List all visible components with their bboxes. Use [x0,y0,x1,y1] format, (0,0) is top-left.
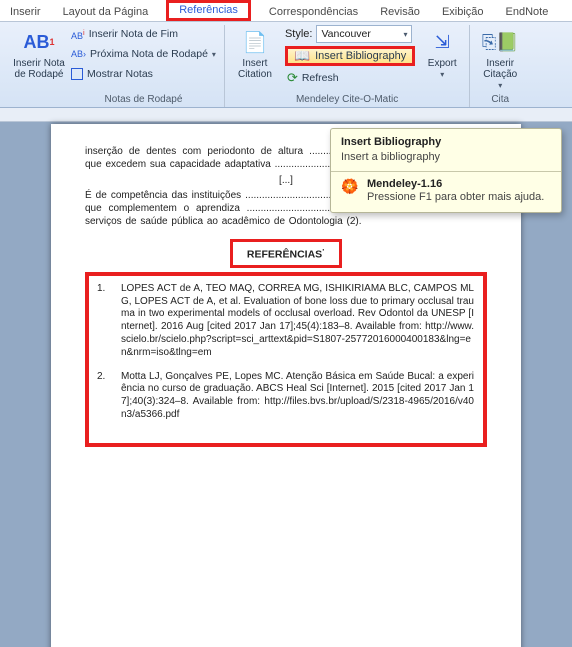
refresh-label: Refresh [302,72,339,84]
inserir-citacao-label: InserirCitação [483,58,517,80]
reference-number: 1. [97,283,111,360]
export-label: Export [428,58,457,69]
group-notas-rodape: AB1 Inserir Notade Rodapé ABi Inserir No… [5,25,225,107]
reference-item: 2. Motta LJ, Gonçalves PE, Lopes MC. Ate… [97,371,474,422]
endnote-icon: ABi [71,28,85,41]
tooltip-desc: Insert a bibliography [341,151,551,163]
group-citations: ⎘📗 InserirCitação ▾ Cita [470,25,530,107]
show-notes-label: Mostrar Notas [87,68,153,80]
style-row: Style: Vancouver ▾ [285,25,415,43]
refresh-button[interactable]: ⟳ Refresh [285,69,415,87]
group-mendeley: 📄 InsertCitation Style: Vancouver ▾ 📖 In… [225,25,470,107]
horizontal-ruler[interactable] [0,108,572,122]
reference-text: Motta LJ, Gonçalves PE, Lopes MC. Atençã… [121,371,474,422]
insert-footnote-button[interactable]: AB1 Inserir Notade Rodapé [11,25,67,80]
insert-citation-icon: 📄 [242,27,267,57]
mendeley-help-icon: 🏵️ [341,178,359,203]
export-button[interactable]: ⇲ Export ▾ [421,25,463,87]
chevron-down-icon: ▾ [403,30,407,39]
insert-endnote-button[interactable]: ABi Inserir Nota de Fim [69,25,218,43]
next-footnote-icon: AB› [71,49,86,59]
tab-layout[interactable]: Layout da Página [59,4,153,21]
tab-exibicao[interactable]: Exibição [438,4,488,21]
style-dropdown[interactable]: Vancouver ▾ [316,25,412,43]
tab-correspondencias[interactable]: Correspondências [265,4,362,21]
inserir-citacao-button[interactable]: ⎘📗 InserirCitação ▾ [476,25,524,90]
style-value: Vancouver [321,28,370,40]
export-icon: ⇲ [435,27,450,57]
group-mendeley-label: Mendeley Cite-O-Matic [231,94,463,106]
chevron-down-icon: ▾ [440,70,444,79]
references-heading-label: REFERÊNCIAS [247,248,322,260]
show-notes-icon [71,68,83,80]
tab-referencias[interactable]: Referências [166,0,251,21]
refresh-icon: ⟳ [287,70,298,86]
insert-citation-label: InsertCitation [238,58,272,80]
references-list: 1. LOPES ACT de A, TEO MAQ, CORREA MG, I… [85,272,487,447]
group-notas-label: Notas de Rodapé [69,94,218,106]
tooltip-help-title: Mendeley-1.16 [367,178,544,190]
citation-icon: ⎘📗 [482,27,519,57]
ribbon: AB1 Inserir Notade Rodapé ABi Inserir No… [0,22,572,108]
insert-citation-button[interactable]: 📄 InsertCitation [231,25,279,87]
group-cit-label: Cita [476,94,524,106]
insert-bibliography-label: Insert Bibliography [315,50,406,62]
tooltip-help-desc: Pressione F1 para obter mais ajuda. [367,191,544,203]
footnote-ab-icon: AB1 [23,27,54,57]
book-icon: 📖 [294,48,310,64]
tooltip-title: Insert Bibliography [341,136,551,148]
next-footnote-label: Próxima Nota de Rodapé [90,48,208,60]
insert-footnote-label: Inserir Notade Rodapé [13,58,65,80]
reference-text: LOPES ACT de A, TEO MAQ, CORREA MG, ISHI… [121,283,474,360]
next-footnote-button[interactable]: AB› Próxima Nota de Rodapé ▾ [69,45,218,63]
ribbon-tabs: Inserir Layout da Página Referências Cor… [0,0,572,22]
reference-item: 1. LOPES ACT de A, TEO MAQ, CORREA MG, I… [97,283,474,360]
style-label: Style: [285,28,313,40]
insert-bibliography-button[interactable]: 📖 Insert Bibliography [285,46,415,66]
tab-endnote[interactable]: EndNote [502,4,553,21]
chevron-down-icon: ▾ [498,81,502,90]
references-heading: REFERÊNCIAS· [230,239,342,268]
reference-number: 2. [97,371,111,422]
tab-revisao[interactable]: Revisão [376,4,424,21]
show-notes-button[interactable]: Mostrar Notas [69,65,218,83]
chevron-down-icon: ▾ [212,50,216,59]
tooltip-insert-bibliography: Insert Bibliography Insert a bibliograph… [330,128,562,213]
insert-endnote-label: Inserir Nota de Fim [89,28,178,40]
tab-inserir[interactable]: Inserir [6,4,45,21]
